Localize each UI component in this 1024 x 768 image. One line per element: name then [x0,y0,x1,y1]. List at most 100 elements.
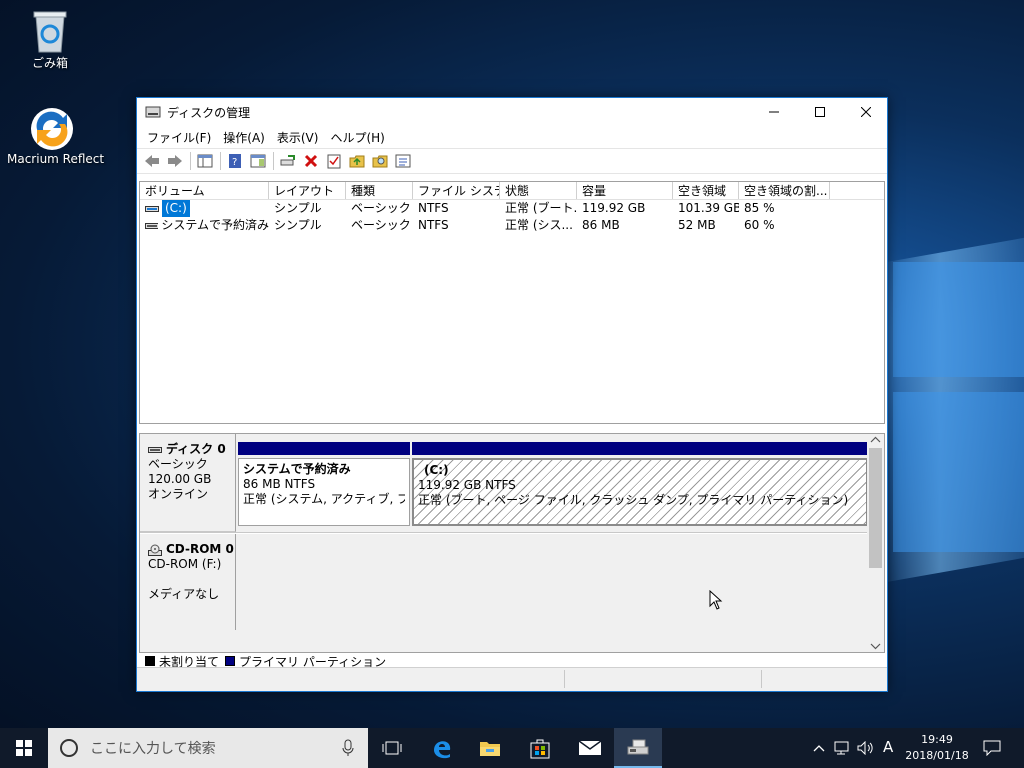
properties-view-button[interactable] [247,151,269,171]
minimize-icon [769,111,779,113]
forward-button[interactable] [164,151,186,171]
chevron-up-icon[interactable] [812,743,826,753]
connect-disk-icon [280,155,295,166]
taskbar: ここに入力して検索 A 19:49 2018/01/18 [0,728,1024,768]
disk-0-label[interactable]: ディスク 0 ベーシック 120.00 GB オンライン [140,434,236,532]
open-folder-button[interactable] [346,151,368,171]
macrium-reflect-shortcut[interactable]: Macrium Reflect [7,106,104,166]
store-taskbar-button[interactable] [516,728,564,768]
file-explorer-taskbar-button[interactable] [466,728,514,768]
drive-icon [145,205,159,212]
title-bar[interactable]: ディスクの管理 [137,98,887,126]
menu-help[interactable]: ヘルプ(H) [324,129,390,146]
column-header-free-percent[interactable]: 空き領域の割... [739,182,830,199]
disk-management-taskbar-button[interactable] [614,728,662,768]
table-row[interactable]: (C:) シンプル ベーシック NTFS 正常 (ブート... 119.92 G… [140,200,884,217]
maximize-button[interactable] [797,98,843,126]
window-title: ディスクの管理 [167,105,251,120]
help-button[interactable]: ? [224,151,246,171]
column-header-status[interactable]: 状態 [500,182,577,199]
mail-taskbar-button[interactable] [566,728,614,768]
edge-taskbar-button[interactable] [418,728,466,768]
scroll-up-arrow-icon [870,436,881,443]
ime-indicator[interactable]: A [883,738,893,756]
forward-arrow-icon [168,155,182,167]
close-button[interactable] [843,98,889,126]
menu-file[interactable]: ファイル(F) [141,129,217,146]
cdrom-0-status: メディアなし [148,587,220,601]
disk-graphical-view[interactable]: ディスク 0 ベーシック 120.00 GB オンライン システムで予約済み 8… [139,433,885,653]
unallocated-swatch [145,656,155,666]
network-icon[interactable] [834,741,852,755]
disk-management-window: ディスクの管理 ファイル(F) 操作(A) 表示(V) ヘルプ(H) ? ボリュ… [136,97,888,692]
notification-icon[interactable] [983,740,1001,756]
taskbar-search-box[interactable]: ここに入力して検索 [48,728,368,768]
recycle-bin-label: ごみ箱 [31,56,68,70]
start-button[interactable] [0,728,48,768]
column-header-filesystem[interactable]: ファイル システム [413,182,500,199]
partition-c-drive[interactable]: (C:) 119.92 GB NTFS 正常 (ブート, ページ ファイル, ク… [412,442,868,526]
mouse-cursor-icon [709,590,723,610]
scroll-down-arrow-icon [870,643,881,650]
layout-cell: シンプル [274,201,322,215]
volume-name: (C:) [162,200,190,217]
folder-search-icon [372,155,388,168]
column-header-volume[interactable]: ボリューム [140,182,269,199]
speaker-icon[interactable] [857,741,875,755]
properties-list-icon [395,154,411,168]
status-cell: 正常 (シス... [505,218,573,232]
menu-bar: ファイル(F) 操作(A) 表示(V) ヘルプ(H) [137,126,887,148]
check-button[interactable] [323,151,345,171]
cdrom-0-label[interactable]: CD-ROM 0 CD-ROM (F:) メディアなし [140,534,236,630]
search-placeholder: ここに入力して検索 [90,741,216,757]
filesystem-cell: NTFS [418,201,449,215]
console-tree-button[interactable] [194,151,216,171]
partition-size: 119.92 GB NTFS [418,478,516,492]
volume-list[interactable]: ボリューム レイアウト 種類 ファイル システム 状態 容量 空き領域 空き領域… [139,181,885,424]
partition-bar [412,442,868,455]
scrollbar-thumb[interactable] [869,448,882,568]
volume-list-header: ボリューム レイアウト 種類 ファイル システム 状態 容量 空き領域 空き領域… [140,182,884,200]
disk-management-taskbar-icon [627,739,649,755]
disk-0-size: 120.00 GB [148,472,212,486]
table-row[interactable]: システムで予約済み シンプル ベーシック NTFS 正常 (シス... 86 M… [140,217,884,234]
volume-cell: システムで予約済み [140,217,269,234]
disk-view-scrollbar[interactable] [867,434,884,652]
recycle-bin-shortcut[interactable]: ごみ箱 [5,8,95,71]
checklist-icon [327,154,341,169]
column-header-type[interactable]: 種類 [346,182,413,199]
partition-body: システムで予約済み 86 MB NTFS 正常 (システム, アクティブ, プラ… [238,458,410,526]
mail-icon [578,740,602,755]
partition-system-reserved[interactable]: システムで予約済み 86 MB NTFS 正常 (システム, アクティブ, プラ… [238,442,410,526]
task-view-icon [382,741,402,755]
folder-up-icon [349,155,365,168]
wallpaper-pane-top [893,262,1024,377]
minimize-button[interactable] [751,98,797,126]
free-space-cell: 101.39 GB [678,201,739,215]
partition-body-selected: (C:) 119.92 GB NTFS 正常 (ブート, ページ ファイル, ク… [412,458,868,526]
windows-logo-icon [16,740,32,756]
column-header-free-space[interactable]: 空き領域 [673,182,739,199]
menu-view[interactable]: 表示(V) [271,129,325,146]
properties-view-icon [250,154,266,168]
microphone-icon[interactable] [342,739,354,757]
column-header-layout[interactable]: レイアウト [269,182,346,199]
status-bar [137,667,887,691]
properties-button[interactable] [392,151,414,171]
taskbar-clock[interactable]: 19:49 2018/01/18 [902,732,972,764]
disk-management-icon [145,106,161,118]
search-folder-button[interactable] [369,151,391,171]
free-percent-cell: 60 % [744,218,775,232]
menu-action[interactable]: 操作(A) [217,129,271,146]
back-button[interactable] [141,151,163,171]
primary-swatch [225,656,236,666]
wallpaper-pane-bottom [893,392,1024,552]
toolbar-separator [220,152,221,170]
disk-divider [140,532,869,534]
task-view-button[interactable] [368,728,416,768]
delete-button[interactable] [300,151,322,171]
connect-disk-button[interactable] [277,151,299,171]
column-header-capacity[interactable]: 容量 [577,182,673,199]
partition-name: システムで予約済み [243,462,351,476]
help-book-icon: ? [229,154,241,168]
